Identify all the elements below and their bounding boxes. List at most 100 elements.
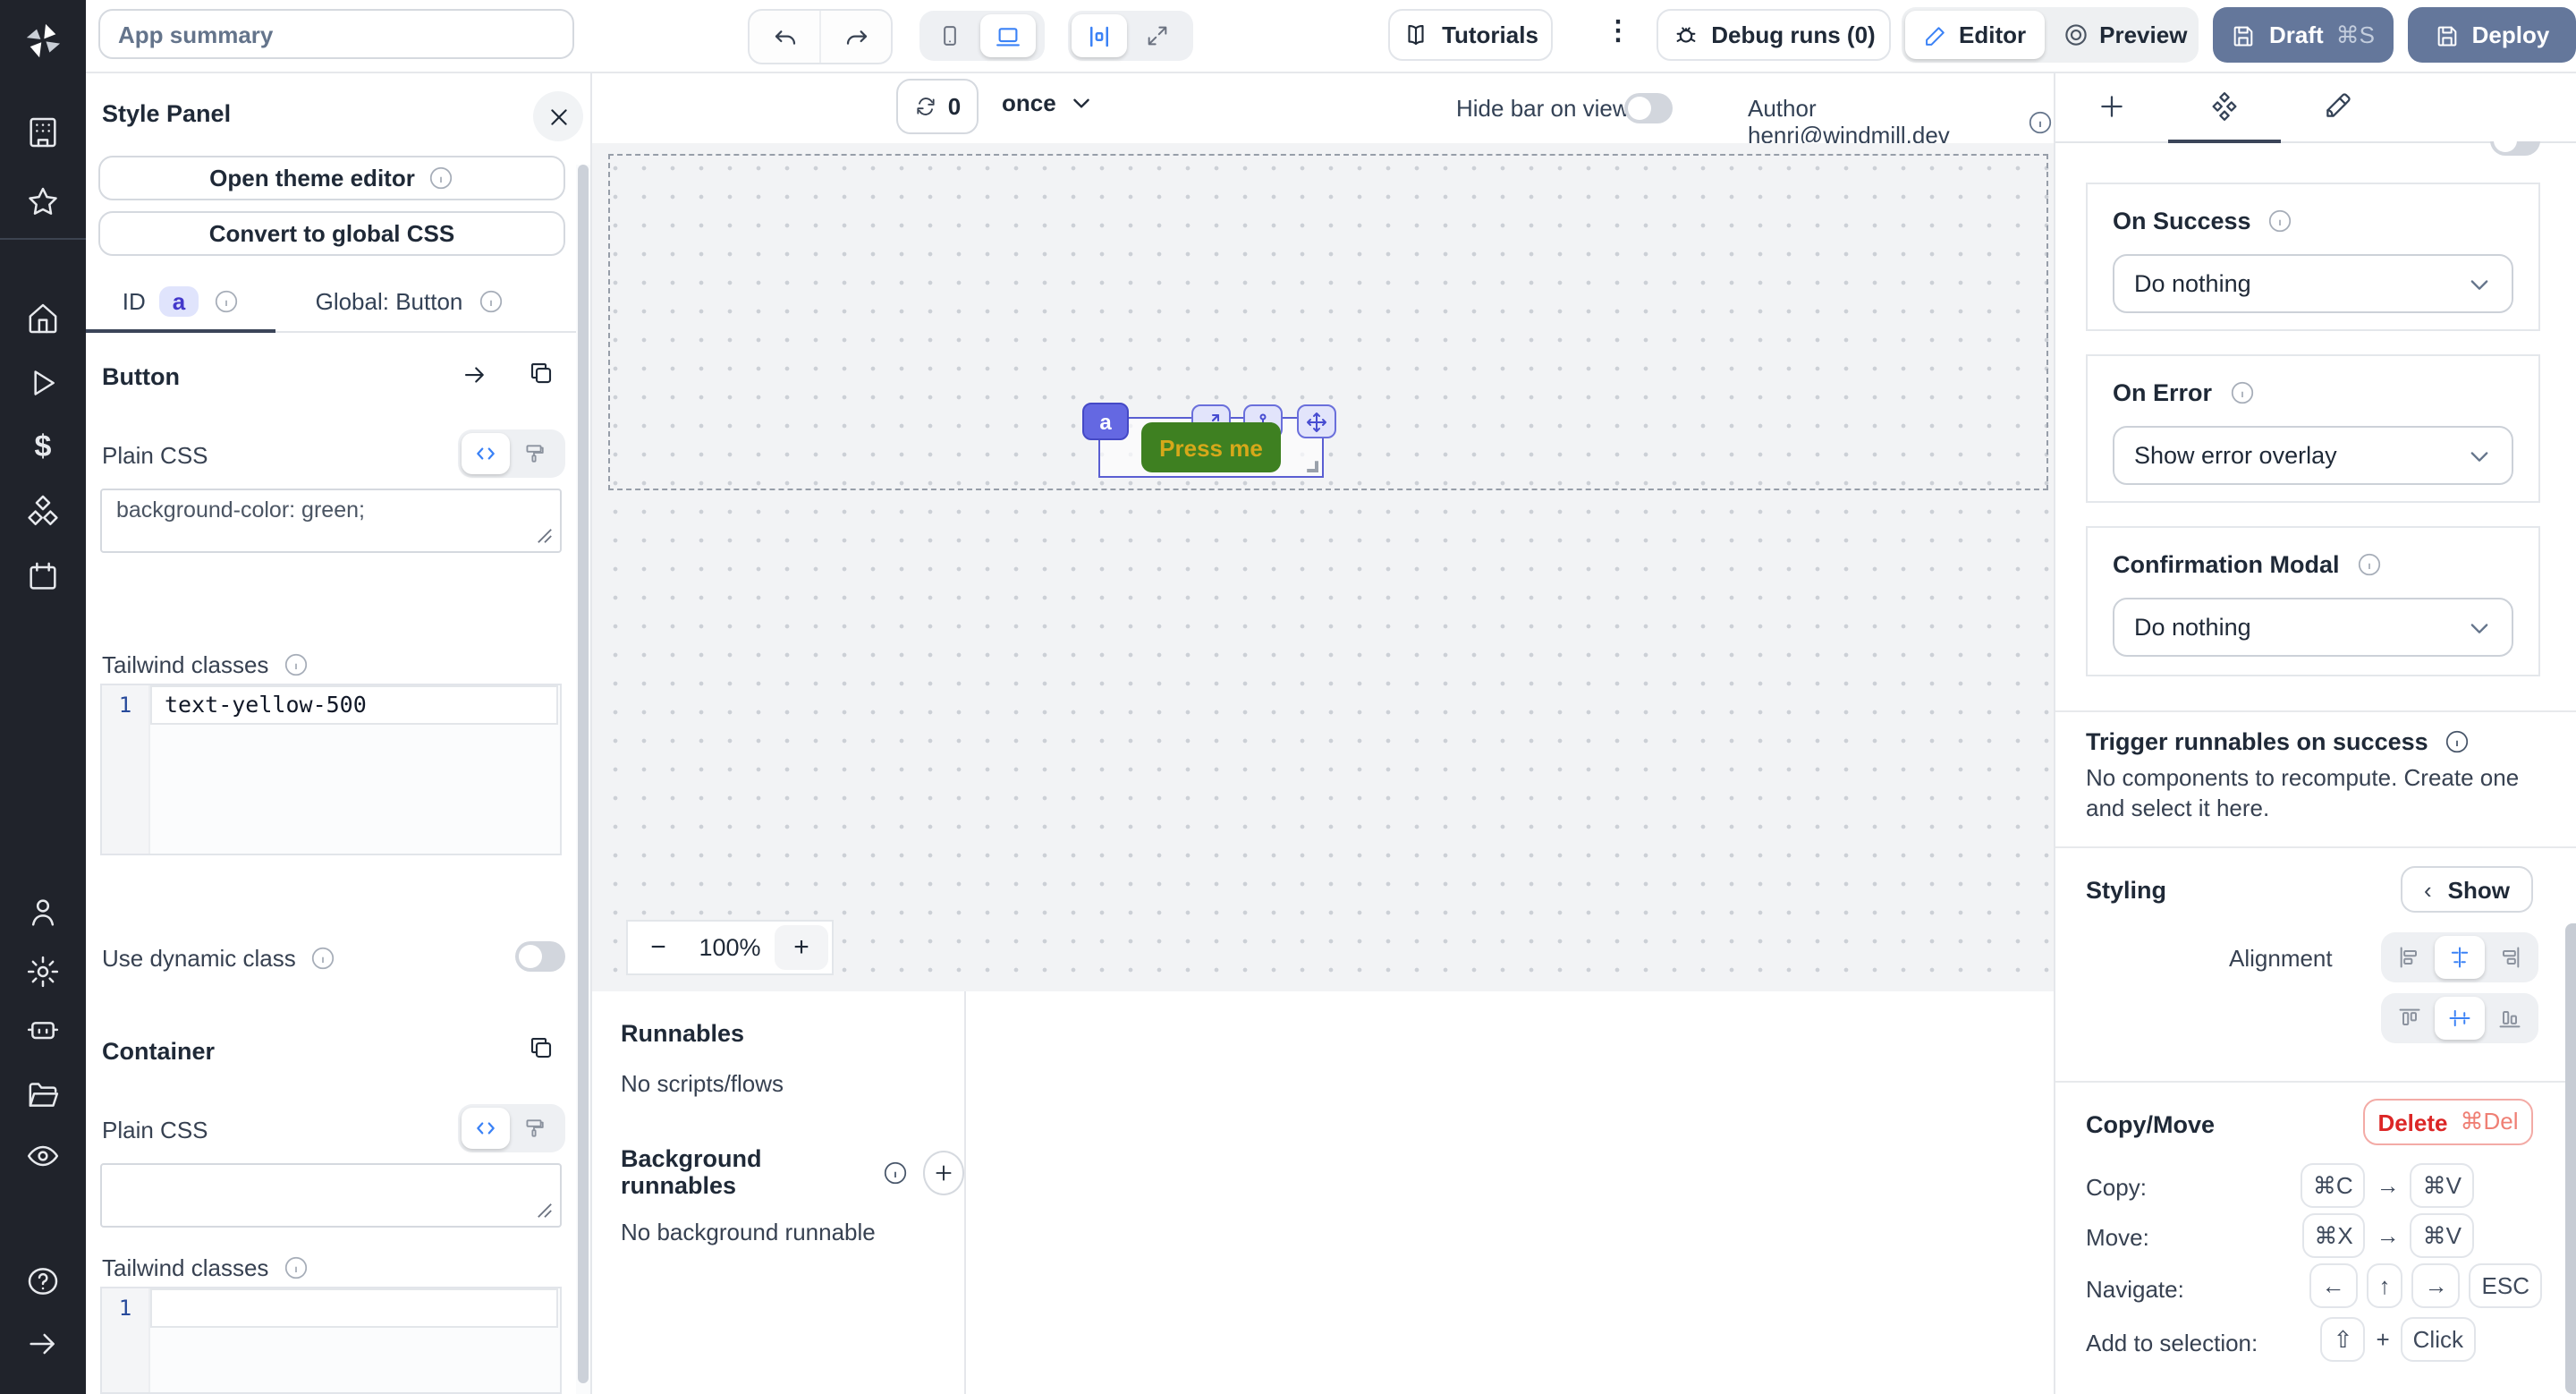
folders-icon[interactable] — [25, 1077, 61, 1113]
code-mode-button[interactable] — [462, 433, 510, 474]
users-icon[interactable] — [25, 895, 61, 931]
on-success-value: Do nothing — [2134, 270, 2251, 297]
audit-eye-icon[interactable] — [25, 1138, 61, 1174]
align-top-button[interactable] — [2385, 997, 2435, 1040]
refresh-mode-dropdown[interactable]: once — [1002, 89, 1094, 116]
move-component-handle[interactable] — [1297, 404, 1336, 438]
debug-runs-button[interactable]: Debug runs (0) — [1657, 9, 1891, 61]
runnable-detail-empty-area — [968, 991, 2054, 1394]
copy-style-icon[interactable] — [528, 1034, 555, 1061]
partially-visible-toggle[interactable] — [2490, 141, 2540, 156]
workers-robot-icon[interactable] — [25, 1011, 61, 1047]
selected-button-component[interactable]: a Press me — [1098, 417, 1324, 478]
info-icon — [477, 288, 504, 315]
align-bottom-button[interactable] — [2485, 997, 2535, 1040]
tab-global-button[interactable]: Global: Button — [275, 272, 544, 331]
component-settings-panel: On Success Do nothing On Error Show erro… — [2054, 72, 2576, 1394]
paint-roller-button[interactable] — [510, 433, 558, 474]
align-center-horizontal-button[interactable] — [2435, 936, 2485, 979]
use-dynamic-class-row: Use dynamic class — [102, 945, 337, 972]
resize-corner-icon[interactable] — [1304, 458, 1318, 472]
more-options-kebab-icon[interactable]: ⋮ — [1605, 14, 1631, 47]
insert-component-tab[interactable] — [2055, 72, 2168, 141]
windmill-logo-icon[interactable] — [20, 18, 66, 64]
convert-to-global-css-label: Convert to global CSS — [209, 220, 454, 247]
workspace-icon[interactable] — [25, 115, 61, 150]
zoom-out-button[interactable]: − — [631, 925, 685, 970]
help-icon[interactable] — [25, 1263, 61, 1299]
global-styling-tab[interactable] — [2281, 72, 2394, 141]
undo-button[interactable] — [750, 11, 819, 63]
center-canvas-button[interactable] — [1072, 14, 1127, 57]
goto-component-arrow-icon[interactable] — [462, 361, 488, 388]
button-plain-css-textarea[interactable]: background-color: green; — [100, 489, 562, 553]
preview-tab[interactable]: Preview — [2044, 11, 2205, 59]
delete-component-button[interactable]: Delete ⌘Del — [2363, 1099, 2533, 1145]
settings-panel-content: On Success Do nothing On Error Show erro… — [2055, 141, 2576, 1394]
on-success-select[interactable]: Do nothing — [2113, 254, 2513, 313]
refresh-mode-value: once — [1002, 89, 1056, 116]
hide-bar-on-view-label: Hide bar on view — [1456, 95, 1630, 122]
desktop-view-button[interactable] — [980, 14, 1036, 57]
refresh-count-button[interactable]: 0 — [896, 79, 979, 134]
schedules-icon[interactable] — [25, 558, 61, 594]
zoom-in-button[interactable]: + — [775, 925, 828, 970]
align-left-button[interactable] — [2385, 936, 2435, 979]
plain-css-label: Plain CSS — [102, 442, 208, 469]
settings-panel-scrollbar[interactable] — [2565, 923, 2576, 1394]
button-section-heading: Button — [102, 363, 180, 390]
show-styling-button[interactable]: ‹ Show — [2401, 866, 2533, 913]
app-summary-input[interactable] — [98, 9, 574, 59]
component-settings-tab[interactable] — [2168, 72, 2281, 141]
vertical-alignment-group — [2381, 993, 2538, 1043]
tailwind-classes-input[interactable]: text-yellow-500 — [150, 685, 558, 725]
variables-icon[interactable]: $ — [25, 429, 61, 465]
open-theme-editor-button[interactable]: Open theme editor — [98, 156, 565, 200]
convert-to-global-css-button[interactable]: Convert to global CSS — [98, 211, 565, 256]
deploy-button[interactable]: Deploy — [2408, 7, 2576, 63]
info-icon — [2356, 551, 2383, 578]
resize-grip-icon[interactable] — [537, 1203, 553, 1219]
styling-section-label: Styling — [2086, 877, 2166, 904]
runs-icon[interactable] — [25, 365, 61, 401]
home-icon[interactable] — [25, 301, 61, 336]
tutorials-button[interactable]: Tutorials — [1388, 9, 1553, 61]
resources-icon[interactable] — [25, 494, 61, 530]
resize-grip-icon[interactable] — [537, 528, 553, 544]
align-right-button[interactable] — [2485, 936, 2535, 979]
sidebar-divider — [0, 238, 86, 240]
confirmation-modal-select[interactable]: Do nothing — [2113, 598, 2513, 657]
info-icon — [2267, 208, 2294, 234]
arrow-right-icon: → — [2377, 1172, 2400, 1199]
tab-id[interactable]: ID a — [86, 272, 275, 331]
component-id-tag[interactable]: a — [1082, 403, 1129, 440]
mobile-view-button[interactable] — [923, 14, 977, 57]
kbd-key: ← — [2309, 1263, 2358, 1308]
redo-button[interactable] — [819, 11, 891, 63]
container-tailwind-editor[interactable]: 1 — [100, 1287, 562, 1394]
container-plain-css-textarea[interactable] — [100, 1163, 562, 1228]
align-center-vertical-button[interactable] — [2435, 997, 2485, 1040]
kbd-key: ⌘X — [2301, 1213, 2365, 1258]
hide-bar-on-view-toggle[interactable] — [1624, 93, 1673, 123]
button-tailwind-editor[interactable]: 1 text-yellow-500 — [100, 684, 562, 855]
app-canvas[interactable]: a Press me − 100% + — [590, 143, 2054, 991]
paint-roller-button[interactable] — [510, 1108, 558, 1149]
use-dynamic-class-toggle[interactable] — [515, 941, 565, 972]
favorites-star-icon[interactable] — [25, 184, 61, 220]
tailwind-classes-label: Tailwind classes — [102, 651, 268, 678]
copy-style-icon[interactable] — [528, 360, 555, 387]
editor-tab[interactable]: Editor — [1905, 11, 2044, 59]
expand-canvas-button[interactable] — [1131, 14, 1184, 57]
collapse-sidebar-arrow-icon[interactable] — [25, 1326, 61, 1362]
settings-gear-icon[interactable] — [25, 954, 61, 990]
close-style-panel-button[interactable] — [533, 91, 583, 141]
code-mode-button[interactable] — [462, 1108, 510, 1149]
draft-save-button[interactable]: Draft ⌘S — [2213, 7, 2394, 63]
style-panel-scrollbar[interactable] — [576, 165, 590, 1394]
on-error-select[interactable]: Show error overlay — [2113, 426, 2513, 485]
press-me-button[interactable]: Press me — [1141, 422, 1281, 472]
add-background-runnable-button[interactable] — [922, 1150, 964, 1194]
canvas-zoom-control: − 100% + — [626, 920, 834, 975]
tailwind-classes-input[interactable] — [150, 1288, 558, 1328]
